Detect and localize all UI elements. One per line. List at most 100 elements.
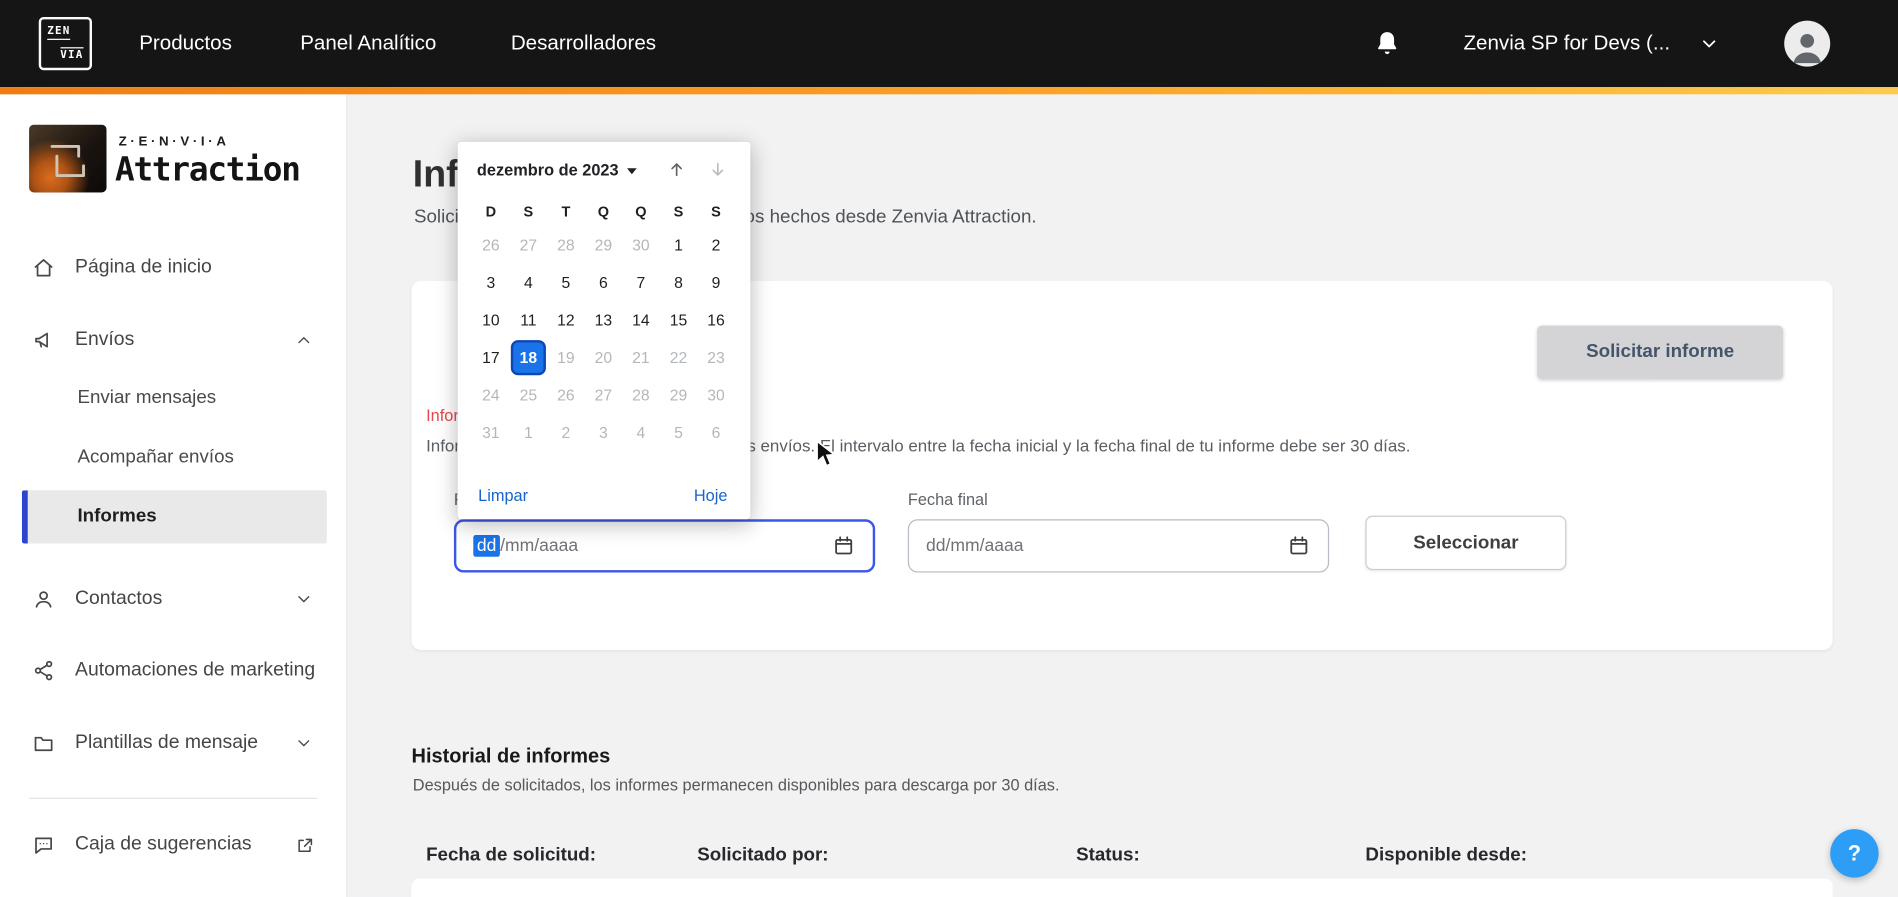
calendar-clear-link[interactable]: Limpar xyxy=(478,487,528,505)
calendar-weekday: Q xyxy=(635,203,647,221)
chevron-down-icon[interactable] xyxy=(1697,35,1721,54)
zenvia-logo-text-top: ZEN xyxy=(47,25,71,40)
calendar-day: 20 xyxy=(594,348,613,367)
chevron-up-icon xyxy=(294,330,313,349)
history-column-fecha: Fecha de solicitud: xyxy=(426,844,597,866)
calendar-day[interactable]: 1 xyxy=(660,226,698,264)
sidebar-item-acompanar-envios[interactable]: Acompañar envíos xyxy=(0,431,347,484)
home-icon xyxy=(31,255,55,279)
history-column-status: Status: xyxy=(1076,844,1140,866)
start-date-input[interactable]: dd/mm/aaaa xyxy=(453,519,876,573)
sidebar-item-label: Plantillas de mensaje xyxy=(75,732,259,753)
account-selector[interactable]: Zenvia SP for Devs (... xyxy=(1463,0,1670,87)
history-column-disponible: Disponible desde: xyxy=(1365,844,1527,866)
calendar-day[interactable]: 15 xyxy=(660,301,698,339)
calendar-day[interactable]: 2 xyxy=(697,226,735,264)
calendar-day: 2 xyxy=(561,423,571,442)
sidebar-item-label: Automaciones de marketing xyxy=(75,659,316,681)
calendar-day: 26 xyxy=(482,236,500,255)
calendar-day[interactable]: 14 xyxy=(622,301,660,339)
nav-item-panel-analitico[interactable]: Panel Analítico xyxy=(300,0,436,87)
request-report-button[interactable]: Solicitar informe xyxy=(1537,325,1784,379)
brand-accent-bar xyxy=(0,87,1898,95)
end-date-input[interactable]: dd/mm/aaaa xyxy=(907,519,1330,573)
history-column-solicitado: Solicitado por: xyxy=(697,844,829,866)
calendar-weekday: D xyxy=(485,203,497,221)
calendar-day[interactable]: 7 xyxy=(622,264,660,302)
nav-item-productos[interactable]: Productos xyxy=(139,0,232,87)
megaphone-icon xyxy=(31,328,55,352)
calendar-day: 3 xyxy=(599,423,608,442)
calendar-footer: Limpar Hoje xyxy=(478,487,727,505)
calendar-weekday: S xyxy=(711,203,721,221)
calendar-day: 27 xyxy=(594,386,613,405)
attraction-logo-image xyxy=(29,124,107,193)
top-navbar: ZEN VIA Productos Panel Analítico Desarr… xyxy=(0,0,1898,88)
calendar-day: 1 xyxy=(523,423,533,442)
sidebar-item-label: Página de inicio xyxy=(75,256,212,278)
sidebar-item-enviar-mensajes[interactable]: Enviar mensajes xyxy=(0,372,347,425)
calendar-day[interactable]: 4 xyxy=(510,264,548,302)
calendar-day: 22 xyxy=(669,348,688,367)
calendar-today-link[interactable]: Hoje xyxy=(694,487,728,505)
calendar-day[interactable]: 11 xyxy=(510,301,548,339)
calendar-day: 28 xyxy=(557,236,575,255)
sidebar-item-envios[interactable]: Envíos xyxy=(0,311,347,369)
date-segment-day[interactable]: dd xyxy=(473,535,501,557)
sidebar-divider xyxy=(29,797,318,799)
calendar-day[interactable]: 9 xyxy=(697,264,735,302)
sidebar-item-home[interactable]: Página de inicio xyxy=(0,238,347,296)
help-button[interactable]: ? xyxy=(1830,829,1879,878)
history-title: Historial de informes xyxy=(411,745,611,768)
calendar-day[interactable]: 3 xyxy=(472,264,510,302)
sidebar-item-informes[interactable]: Informes xyxy=(21,490,327,544)
calendar-weekday: S xyxy=(523,203,534,221)
calendar-day: 30 xyxy=(632,236,650,255)
select-button[interactable]: Seleccionar xyxy=(1365,515,1567,571)
nav-item-desarrolladores[interactable]: Desarrolladores xyxy=(511,0,656,87)
calendar-day[interactable]: 12 xyxy=(547,301,585,339)
calendar-weekday: Q xyxy=(597,203,610,221)
calendar-day: 5 xyxy=(674,423,683,442)
page: ZEN VIA Productos Panel Analítico Desarr… xyxy=(0,0,1898,897)
calendar-day: 29 xyxy=(594,236,613,255)
dropdown-triangle-icon xyxy=(627,167,637,174)
sidebar-item-contactos[interactable]: Contactos xyxy=(0,570,347,628)
date-segment-rest[interactable]: /mm/aaaa xyxy=(500,536,578,555)
date-picker-popup: dezembro de 2023 DSTQQSS 26 27 28 29 30 1 2 3 4 5… xyxy=(457,141,751,520)
zenvia-logo-text-bottom: VIA xyxy=(60,47,84,62)
sidebar-item-automaciones[interactable]: Automaciones de marketing xyxy=(0,642,347,700)
calendar-day[interactable]: 5 xyxy=(547,264,585,302)
calendar-day-selected[interactable]: 18 xyxy=(510,340,546,376)
calendar-day: 30 xyxy=(707,386,725,405)
folder-icon xyxy=(31,731,55,755)
month-down-arrow-icon[interactable] xyxy=(707,159,729,181)
calendar-day[interactable]: 17 xyxy=(472,339,510,377)
calendar-icon[interactable] xyxy=(1287,534,1311,558)
calendar-day[interactable]: 8 xyxy=(660,264,698,302)
zenvia-logo[interactable]: ZEN VIA xyxy=(38,16,92,71)
sidebar-item-sugerencias[interactable]: Caja de sugerencias xyxy=(0,816,347,874)
calendar-day: 28 xyxy=(632,386,650,405)
screenshot-viewport: ZEN VIA Productos Panel Analítico Desarr… xyxy=(0,0,1898,897)
calendar-weekday: S xyxy=(673,203,684,221)
sidebar-item-label: Envíos xyxy=(75,329,135,350)
sidebar-item-plantillas[interactable]: Plantillas de mensaje xyxy=(0,714,347,772)
calendar-day[interactable]: 13 xyxy=(585,301,623,339)
calendar-weekdays: DSTQQSS xyxy=(472,197,750,226)
notifications-bell-icon[interactable] xyxy=(1373,29,1402,58)
history-subtitle: Después de solicitados, los informes per… xyxy=(412,775,1060,795)
date-placeholder[interactable]: dd/mm/aaaa xyxy=(926,536,1024,555)
calendar-day: 31 xyxy=(482,423,500,442)
calendar-day[interactable]: 10 xyxy=(472,301,510,339)
user-avatar[interactable] xyxy=(1784,20,1831,67)
calendar-icon[interactable] xyxy=(832,534,856,558)
calendar-month-dropdown[interactable]: dezembro de 2023 xyxy=(477,160,637,179)
end-date-label: Fecha final xyxy=(907,490,988,509)
external-link-icon xyxy=(294,834,316,856)
calendar-day: 27 xyxy=(519,236,538,255)
calendar-day[interactable]: 6 xyxy=(585,264,623,302)
month-up-arrow-icon[interactable] xyxy=(666,159,688,181)
calendar-day[interactable]: 16 xyxy=(697,301,735,339)
chat-bubble-icon xyxy=(31,833,55,857)
